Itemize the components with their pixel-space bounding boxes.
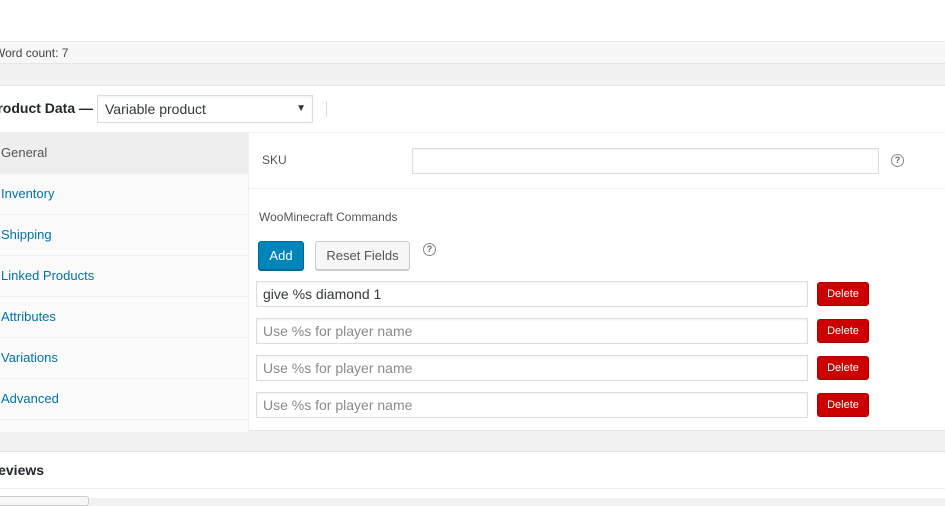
tab-variations[interactable]: Variations <box>0 338 248 379</box>
sku-label: SKU <box>262 153 287 167</box>
editor-area[interactable] <box>0 0 945 41</box>
tab-linked-products[interactable]: Linked Products <box>0 256 248 297</box>
reviews-divider <box>0 488 945 489</box>
delete-command-button[interactable]: Delete <box>817 282 869 306</box>
tab-label: Inventory <box>1 186 55 201</box>
reset-fields-button[interactable]: Reset Fields <box>315 241 410 270</box>
tab-shipping[interactable]: Shipping <box>0 215 248 256</box>
reviews-title: Reviews <box>0 462 45 478</box>
dropdown-arrow-icon: ▼ <box>296 103 306 114</box>
product-data-box: Product Data — Variable product ▼ Genera… <box>0 85 945 432</box>
tab-label: Linked Products <box>1 268 95 283</box>
tab-advanced[interactable]: Advanced <box>0 379 248 420</box>
tab-label: Shipping <box>1 227 52 242</box>
sku-row: SKU ? <box>249 133 945 189</box>
header-divider <box>326 101 327 117</box>
tab-label: Variations <box>1 350 58 365</box>
product-data-header: Product Data — Variable product ▼ <box>0 86 945 133</box>
general-panel: SKU ? WooMinecraft Commands Add Reset Fi… <box>249 133 945 432</box>
delete-command-button[interactable]: Delete <box>817 319 869 343</box>
tab-inventory[interactable]: Inventory <box>0 174 248 215</box>
reviews-box: Reviews <box>0 451 945 506</box>
tab-attributes[interactable]: Attributes <box>0 297 248 338</box>
command-input[interactable]: Use %s for player name <box>256 392 808 418</box>
delete-command-button[interactable]: Delete <box>817 356 869 380</box>
command-input[interactable]: give %s diamond 1 <box>256 281 808 307</box>
add-command-button[interactable]: Add <box>258 241 304 270</box>
delete-command-button[interactable]: Delete <box>817 393 869 417</box>
product-data-title: Product Data — <box>0 100 94 116</box>
tab-label: General <box>1 145 48 160</box>
help-icon[interactable]: ? <box>891 154 904 167</box>
tab-label: Attributes <box>1 309 56 324</box>
product-type-select[interactable]: Variable product ▼ <box>97 95 313 123</box>
product-data-tabs: General Inventory Shipping Linked Produc… <box>0 133 249 432</box>
sku-input[interactable] <box>412 148 879 174</box>
command-input[interactable]: Use %s for player name <box>256 318 808 344</box>
tab-general[interactable]: General <box>0 133 248 174</box>
tab-label: Advanced <box>1 391 59 406</box>
command-input[interactable]: Use %s for player name <box>256 355 808 381</box>
product-type-value: Variable product <box>105 101 206 117</box>
help-icon[interactable]: ? <box>423 243 436 256</box>
word-count: Word count: 7 <box>0 46 69 60</box>
word-count-bar: Word count: 7 <box>0 41 945 64</box>
woominecraft-title: WooMinecraft Commands <box>259 210 398 224</box>
